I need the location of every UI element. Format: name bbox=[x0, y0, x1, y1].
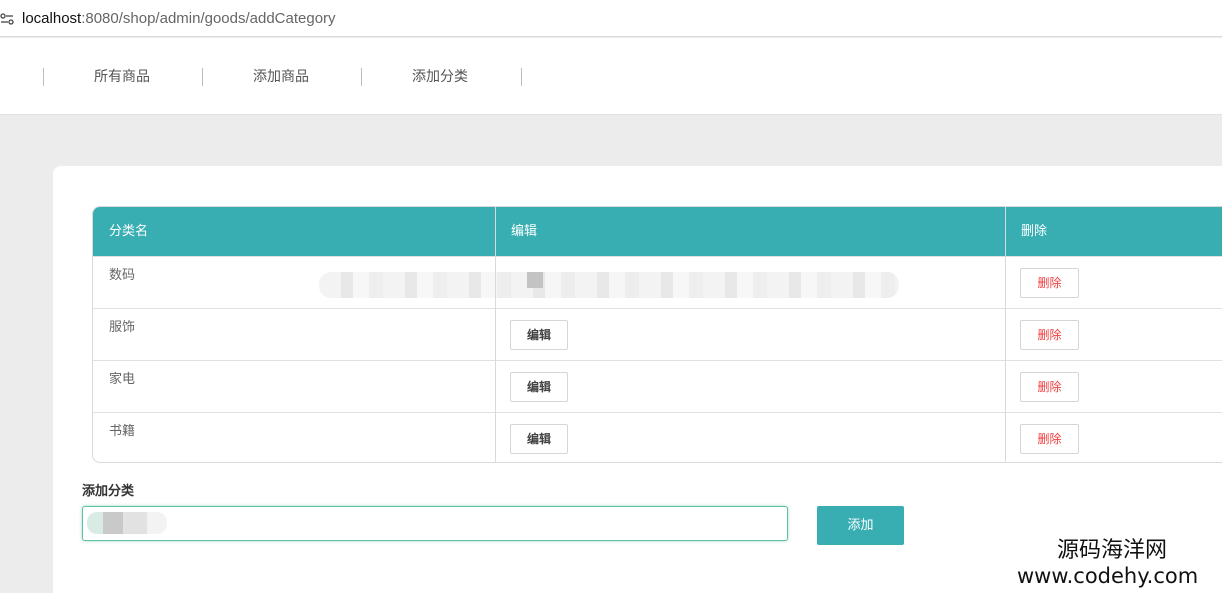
url-path: :8080/shop/admin/goods/addCategory bbox=[81, 10, 336, 27]
delete-button[interactable]: 删除 bbox=[1020, 268, 1079, 298]
table-row: 书籍 编辑 删除 bbox=[93, 412, 1222, 462]
table-row: 服饰 编辑 删除 bbox=[93, 308, 1222, 360]
category-name: 书籍 bbox=[109, 424, 136, 439]
column-divider bbox=[495, 207, 496, 462]
edit-button[interactable]: 编辑 bbox=[510, 424, 568, 454]
nav-divider bbox=[521, 68, 522, 86]
header-delete: 删除 bbox=[1021, 224, 1048, 239]
category-name-input[interactable] bbox=[82, 506, 788, 541]
table-header: 分类名 编辑 删除 bbox=[93, 207, 1222, 256]
category-name: 数码 bbox=[109, 268, 136, 283]
nav-divider bbox=[361, 68, 362, 86]
table-row: 家电 编辑 删除 bbox=[93, 360, 1222, 412]
site-settings-icon[interactable] bbox=[0, 11, 14, 25]
delete-button[interactable]: 删除 bbox=[1020, 320, 1079, 350]
url-text[interactable]: localhost:8080/shop/admin/goods/addCateg… bbox=[22, 9, 336, 29]
header-category-name: 分类名 bbox=[109, 224, 149, 239]
address-bar[interactable]: localhost:8080/shop/admin/goods/addCateg… bbox=[0, 0, 1222, 37]
nav-divider bbox=[202, 68, 203, 86]
table-row: 数码 删除 bbox=[93, 256, 1222, 308]
delete-button[interactable]: 删除 bbox=[1020, 372, 1079, 402]
nav-item-add-goods[interactable]: 添加商品 bbox=[253, 67, 309, 87]
column-divider bbox=[1005, 207, 1006, 462]
nav-divider bbox=[43, 68, 44, 86]
category-table: 分类名 编辑 删除 数码 删除 服饰 编辑 删除 家电 编辑 删除 书籍 编辑 … bbox=[92, 206, 1222, 463]
add-button[interactable]: 添加 bbox=[817, 506, 904, 545]
category-name: 服饰 bbox=[109, 320, 136, 335]
watermark-url: www.codehy.com bbox=[1017, 564, 1199, 588]
redacted-input-text bbox=[87, 512, 167, 534]
header-edit: 编辑 bbox=[511, 224, 538, 239]
redacted-area bbox=[319, 272, 899, 298]
category-name: 家电 bbox=[109, 372, 136, 387]
nav-item-add-category[interactable]: 添加分类 bbox=[412, 67, 468, 87]
top-nav: 所有商品 添加商品 添加分类 bbox=[0, 38, 1222, 115]
url-host: localhost bbox=[22, 10, 82, 27]
delete-button[interactable]: 删除 bbox=[1020, 424, 1079, 454]
add-category-label: 添加分类 bbox=[82, 484, 135, 499]
watermark-cn: 源码海洋网 bbox=[1057, 538, 1168, 563]
edit-button[interactable]: 编辑 bbox=[510, 372, 568, 402]
edit-button[interactable]: 编辑 bbox=[510, 320, 568, 350]
watermark: 源码海洋网 www.codehy.com bbox=[1002, 534, 1222, 593]
nav-item-all-goods[interactable]: 所有商品 bbox=[94, 67, 150, 87]
